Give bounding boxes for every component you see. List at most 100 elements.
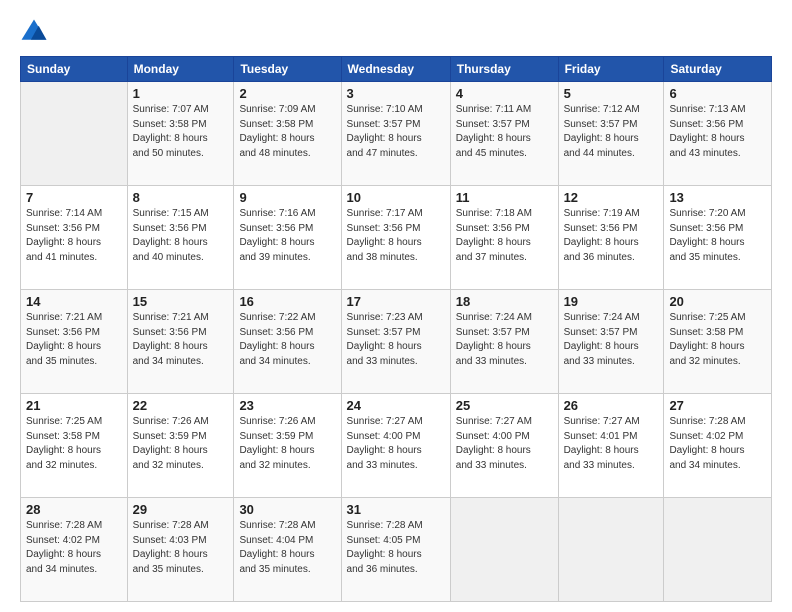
day-number: 23 — [239, 398, 335, 413]
day-info: Sunrise: 7:10 AM Sunset: 3:57 PM Dayligh… — [347, 103, 445, 161]
day-info: Sunrise: 7:22 AM Sunset: 3:56 PM Dayligh… — [239, 311, 335, 369]
day-info: Sunrise: 7:21 AM Sunset: 3:56 PM Dayligh… — [133, 311, 229, 369]
day-info: Sunrise: 7:28 AM Sunset: 4:05 PM Dayligh… — [347, 519, 445, 577]
calendar-cell: 5Sunrise: 7:12 AM Sunset: 3:57 PM Daylig… — [558, 82, 664, 186]
day-number: 4 — [456, 86, 553, 101]
day-number: 2 — [239, 86, 335, 101]
weekday-header-tuesday: Tuesday — [234, 57, 341, 82]
calendar-cell: 7 Sunrise: 7:14 AM Sunset: 3:56 PM Daylig… — [21, 186, 128, 290]
day-number: 17 — [347, 294, 445, 309]
day-number: 10 — [347, 190, 445, 205]
calendar-week-4: 21Sunrise: 7:25 AM Sunset: 3:58 PM Dayli… — [21, 394, 772, 498]
calendar-cell: 28 Sunrise: 7:28 AM Sunset: 4:02 PM Dayli… — [21, 498, 128, 602]
day-number: 25 — [456, 398, 553, 413]
day-info: Sunrise: 7:07 AM Sunset: 3:58 PM Dayligh… — [133, 103, 229, 161]
day-number: 12 — [564, 190, 659, 205]
calendar-week-2: 7 Sunrise: 7:14 AM Sunset: 3:56 PM Daylig… — [21, 186, 772, 290]
day-info: Sunrise: 7:16 AM Sunset: 3:56 PM Dayligh… — [239, 207, 335, 265]
day-number: 9 — [239, 190, 335, 205]
day-info: Sunrise: 7:23 AM Sunset: 3:57 PM Dayligh… — [347, 311, 445, 369]
day-info: Sunrise: 7:17 AM Sunset: 3:56 PM Dayligh… — [347, 207, 445, 265]
day-number: 19 — [564, 294, 659, 309]
weekday-header-monday: Monday — [127, 57, 234, 82]
calendar: SundayMondayTuesdayWednesdayThursdayFrid… — [20, 56, 772, 602]
calendar-cell: 22Sunrise: 7:26 AM Sunset: 3:59 PM Dayli… — [127, 394, 234, 498]
weekday-header-wednesday: Wednesday — [341, 57, 450, 82]
header — [20, 18, 772, 46]
day-info: Sunrise: 7:28 AM Sunset: 4:02 PM Dayligh… — [26, 519, 122, 577]
day-info: Sunrise: 7:27 AM Sunset: 4:00 PM Dayligh… — [347, 415, 445, 473]
day-number: 5 — [564, 86, 659, 101]
calendar-cell — [558, 498, 664, 602]
calendar-cell: 2 Sunrise: 7:09 AM Sunset: 3:58 PM Daylig… — [234, 82, 341, 186]
calendar-cell: 11 Sunrise: 7:18 AM Sunset: 3:56 PM Dayli… — [450, 186, 558, 290]
page: SundayMondayTuesdayWednesdayThursdayFrid… — [0, 0, 792, 612]
day-info: Sunrise: 7:18 AM Sunset: 3:56 PM Dayligh… — [456, 207, 553, 265]
day-info: Sunrise: 7:24 AM Sunset: 3:57 PM Dayligh… — [564, 311, 659, 369]
day-number: 3 — [347, 86, 445, 101]
calendar-cell: 6Sunrise: 7:13 AM Sunset: 3:56 PM Daylig… — [664, 82, 772, 186]
calendar-header: SundayMondayTuesdayWednesdayThursdayFrid… — [21, 57, 772, 82]
day-number: 28 — [26, 502, 122, 517]
day-info: Sunrise: 7:13 AM Sunset: 3:56 PM Dayligh… — [669, 103, 766, 161]
day-info: Sunrise: 7:28 AM Sunset: 4:03 PM Dayligh… — [133, 519, 229, 577]
day-info: Sunrise: 7:27 AM Sunset: 4:01 PM Dayligh… — [564, 415, 659, 473]
day-number: 27 — [669, 398, 766, 413]
day-info: Sunrise: 7:11 AM Sunset: 3:57 PM Dayligh… — [456, 103, 553, 161]
calendar-cell: 31 Sunrise: 7:28 AM Sunset: 4:05 PM Dayli… — [341, 498, 450, 602]
day-info: Sunrise: 7:28 AM Sunset: 4:04 PM Dayligh… — [239, 519, 335, 577]
calendar-cell: 17 Sunrise: 7:23 AM Sunset: 3:57 PM Dayli… — [341, 290, 450, 394]
calendar-cell — [664, 498, 772, 602]
day-number: 26 — [564, 398, 659, 413]
calendar-cell: 29 Sunrise: 7:28 AM Sunset: 4:03 PM Dayli… — [127, 498, 234, 602]
day-number: 13 — [669, 190, 766, 205]
weekday-header-saturday: Saturday — [664, 57, 772, 82]
calendar-cell: 4 Sunrise: 7:11 AM Sunset: 3:57 PM Daylig… — [450, 82, 558, 186]
day-number: 7 — [26, 190, 122, 205]
day-number: 29 — [133, 502, 229, 517]
weekday-header-thursday: Thursday — [450, 57, 558, 82]
day-number: 30 — [239, 502, 335, 517]
day-info: Sunrise: 7:20 AM Sunset: 3:56 PM Dayligh… — [669, 207, 766, 265]
day-info: Sunrise: 7:26 AM Sunset: 3:59 PM Dayligh… — [133, 415, 229, 473]
day-number: 21 — [26, 398, 122, 413]
day-number: 14 — [26, 294, 122, 309]
calendar-cell: 21Sunrise: 7:25 AM Sunset: 3:58 PM Dayli… — [21, 394, 128, 498]
weekday-row: SundayMondayTuesdayWednesdayThursdayFrid… — [21, 57, 772, 82]
day-number: 20 — [669, 294, 766, 309]
day-info: Sunrise: 7:15 AM Sunset: 3:56 PM Dayligh… — [133, 207, 229, 265]
day-info: Sunrise: 7:14 AM Sunset: 3:56 PM Dayligh… — [26, 207, 122, 265]
day-info: Sunrise: 7:25 AM Sunset: 3:58 PM Dayligh… — [669, 311, 766, 369]
calendar-cell: 20 Sunrise: 7:25 AM Sunset: 3:58 PM Dayli… — [664, 290, 772, 394]
calendar-cell: 30 Sunrise: 7:28 AM Sunset: 4:04 PM Dayli… — [234, 498, 341, 602]
day-number: 18 — [456, 294, 553, 309]
day-info: Sunrise: 7:27 AM Sunset: 4:00 PM Dayligh… — [456, 415, 553, 473]
day-info: Sunrise: 7:24 AM Sunset: 3:57 PM Dayligh… — [456, 311, 553, 369]
day-number: 11 — [456, 190, 553, 205]
calendar-cell: 15Sunrise: 7:21 AM Sunset: 3:56 PM Dayli… — [127, 290, 234, 394]
calendar-week-1: 1 Sunrise: 7:07 AM Sunset: 3:58 PM Daylig… — [21, 82, 772, 186]
calendar-cell: 19 Sunrise: 7:24 AM Sunset: 3:57 PM Dayli… — [558, 290, 664, 394]
calendar-cell — [21, 82, 128, 186]
day-info: Sunrise: 7:26 AM Sunset: 3:59 PM Dayligh… — [239, 415, 335, 473]
calendar-cell: 16Sunrise: 7:22 AM Sunset: 3:56 PM Dayli… — [234, 290, 341, 394]
day-info: Sunrise: 7:21 AM Sunset: 3:56 PM Dayligh… — [26, 311, 122, 369]
calendar-cell: 3 Sunrise: 7:10 AM Sunset: 3:57 PM Daylig… — [341, 82, 450, 186]
day-number: 24 — [347, 398, 445, 413]
day-info: Sunrise: 7:19 AM Sunset: 3:56 PM Dayligh… — [564, 207, 659, 265]
day-info: Sunrise: 7:09 AM Sunset: 3:58 PM Dayligh… — [239, 103, 335, 161]
calendar-cell: 8Sunrise: 7:15 AM Sunset: 3:56 PM Daylig… — [127, 186, 234, 290]
calendar-body: 1 Sunrise: 7:07 AM Sunset: 3:58 PM Daylig… — [21, 82, 772, 602]
calendar-cell: 26 Sunrise: 7:27 AM Sunset: 4:01 PM Dayli… — [558, 394, 664, 498]
logo-icon — [20, 18, 48, 46]
calendar-cell: 10 Sunrise: 7:17 AM Sunset: 3:56 PM Dayli… — [341, 186, 450, 290]
weekday-header-sunday: Sunday — [21, 57, 128, 82]
calendar-cell: 9 Sunrise: 7:16 AM Sunset: 3:56 PM Daylig… — [234, 186, 341, 290]
calendar-cell: 1 Sunrise: 7:07 AM Sunset: 3:58 PM Daylig… — [127, 82, 234, 186]
day-number: 31 — [347, 502, 445, 517]
calendar-cell: 14 Sunrise: 7:21 AM Sunset: 3:56 PM Dayli… — [21, 290, 128, 394]
calendar-week-5: 28 Sunrise: 7:28 AM Sunset: 4:02 PM Dayli… — [21, 498, 772, 602]
calendar-cell: 12 Sunrise: 7:19 AM Sunset: 3:56 PM Dayli… — [558, 186, 664, 290]
logo — [20, 18, 52, 46]
day-number: 1 — [133, 86, 229, 101]
